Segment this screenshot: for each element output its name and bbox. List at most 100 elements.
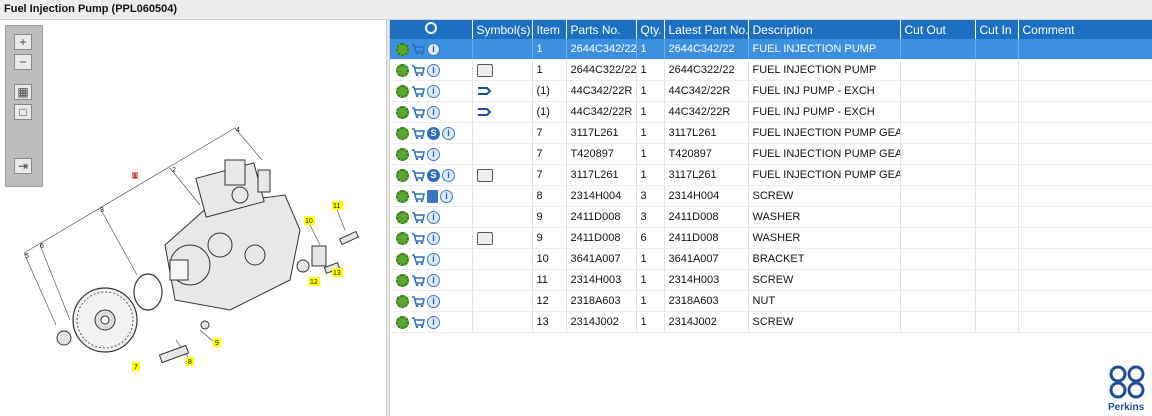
gear-icon[interactable] (396, 63, 409, 77)
table-row[interactable]: i 12 2318A603 1 2318A603 NUT (390, 290, 1152, 312)
col-header-cut-out[interactable]: Cut Out (900, 20, 976, 39)
export-button[interactable]: ⇥ (14, 158, 32, 174)
col-header-latest-part-no[interactable]: Latest Part No. (664, 20, 749, 39)
description-cell: FUEL INJECTION PUMP (748, 59, 901, 81)
table-row[interactable]: i 1 2644C322/22 1 2644C322/22 FUEL INJECTION … (390, 59, 1152, 81)
supersession-icon[interactable]: S (427, 126, 440, 140)
table-row[interactable]: i 10 3641A007 1 3641A007 BRACKET (390, 248, 1152, 270)
info-icon[interactable]: i (442, 126, 455, 140)
cart-icon[interactable] (411, 316, 425, 329)
document-icon[interactable] (427, 189, 438, 203)
catalog-icon[interactable] (476, 168, 493, 182)
cart-icon[interactable] (411, 43, 425, 56)
info-icon[interactable]: i (427, 42, 440, 56)
diagram-pane[interactable]: 1 2 3 4 5 6 7 8 9 10 11 12 13 + − ▦ □ ⇥ (0, 20, 386, 416)
gear-icon[interactable] (396, 42, 409, 56)
gear-icon[interactable] (396, 126, 409, 140)
zoom-in-button[interactable]: + (14, 34, 32, 50)
table-row[interactable]: i 8 2314H004 3 2314H004 SCREW (390, 185, 1152, 207)
table-row[interactable]: Si 7 3117L261 1 3117L261 FUEL INJECTION PUMP … (390, 122, 1152, 144)
info-icon[interactable]: i (442, 168, 455, 182)
col-header-symbols[interactable]: Symbol(s) (472, 20, 533, 39)
header-row: Symbol(s) Item Parts No. Qty. Latest Par… (390, 20, 1152, 39)
symbol-cell (472, 164, 533, 186)
search-icon[interactable] (424, 22, 437, 34)
cart-icon[interactable] (411, 106, 425, 119)
item-cell: 11 (532, 269, 567, 291)
gear-icon[interactable] (396, 252, 409, 266)
table-row[interactable]: i 11 2314H003 1 2314H003 SCREW (390, 269, 1152, 291)
info-icon[interactable]: i (427, 231, 440, 245)
gear-icon[interactable] (396, 294, 409, 308)
gear-icon[interactable] (396, 231, 409, 245)
cart-icon[interactable] (411, 253, 425, 266)
description-cell: WASHER (748, 206, 901, 228)
row-actions: i (390, 290, 473, 312)
gear-icon[interactable] (396, 168, 409, 182)
gear-icon[interactable] (396, 210, 409, 224)
col-header-item[interactable]: Item (532, 20, 567, 39)
info-icon[interactable]: i (427, 84, 440, 98)
cart-icon[interactable] (411, 295, 425, 308)
cart-icon[interactable] (411, 169, 425, 182)
cart-icon[interactable] (411, 127, 425, 140)
info-icon[interactable]: i (427, 252, 440, 266)
latest-part-no-cell: 3641A007 (664, 248, 749, 270)
item-cell: 7 (532, 122, 567, 144)
cart-icon[interactable] (411, 64, 425, 77)
info-icon[interactable]: i (427, 147, 440, 161)
table-row[interactable]: Si 7 3117L261 1 3117L261 FUEL INJECTION PUMP … (390, 164, 1152, 186)
callout-1: 1 (133, 173, 137, 180)
cart-icon[interactable] (411, 190, 425, 203)
info-icon[interactable]: i (427, 273, 440, 287)
latest-part-no-cell: 2314H004 (664, 185, 749, 207)
fit-view-button[interactable]: ▦ (14, 84, 32, 100)
gear-icon[interactable] (396, 147, 409, 161)
gear-icon[interactable] (396, 189, 409, 203)
table-row[interactable]: i (1) 44C342/22R 1 44C342/22R FUEL INJ PUMP -… (390, 101, 1152, 123)
info-icon[interactable]: i (427, 63, 440, 77)
info-icon[interactable]: i (440, 189, 453, 203)
info-icon[interactable]: i (427, 210, 440, 224)
gear-icon[interactable] (396, 315, 409, 329)
table-row[interactable]: i 9 2411D008 6 2411D008 WASHER (390, 227, 1152, 249)
table-row[interactable]: i (1) 44C342/22R 1 44C342/22R FUEL INJ PUMP -… (390, 80, 1152, 102)
gear-icon[interactable] (396, 105, 409, 119)
actual-size-button[interactable]: □ (14, 104, 32, 120)
callout-11: 11 (333, 203, 340, 210)
table-row[interactable]: i 9 2411D008 3 2411D008 WASHER (390, 206, 1152, 228)
catalog-icon[interactable] (476, 231, 493, 245)
info-icon[interactable]: i (427, 105, 440, 119)
table-row[interactable]: i 1 2644C342/22 1 2644C342/22 FUEL INJECTION … (390, 39, 1152, 60)
cut-in-cell (975, 164, 1019, 186)
cart-icon[interactable] (411, 148, 425, 161)
part-no-cell: 3117L261 (566, 164, 637, 186)
supersession-icon[interactable]: S (427, 168, 440, 182)
catalog-icon[interactable] (476, 63, 493, 77)
table-row[interactable]: i 13 2314J002 1 2314J002 SCREW (390, 311, 1152, 333)
cut-out-cell (900, 185, 976, 207)
part-no-cell: 2411D008 (566, 206, 637, 228)
col-header-cut-in[interactable]: Cut In (975, 20, 1019, 39)
col-header-tools[interactable] (390, 20, 473, 39)
col-header-parts-no[interactable]: Parts No. (566, 20, 637, 39)
latest-part-no-cell: 2411D008 (664, 206, 749, 228)
gear-icon[interactable] (396, 84, 409, 98)
table-row[interactable]: i 7 T420897 1 T420897 FUEL INJECTION PUMP GEA… (390, 143, 1152, 165)
col-header-description[interactable]: Description (748, 20, 901, 39)
info-icon[interactable]: i (427, 294, 440, 308)
gear-icon[interactable] (396, 273, 409, 287)
qty-cell: 1 (636, 311, 665, 333)
gear-part (72, 287, 138, 353)
cut-in-cell (975, 311, 1019, 333)
col-header-comment[interactable]: Comment (1018, 20, 1152, 39)
cart-icon[interactable] (411, 211, 425, 224)
cut-out-cell (900, 164, 976, 186)
parts-table: Symbol(s) Item Parts No. Qty. Latest Par… (390, 20, 1152, 333)
info-icon[interactable]: i (427, 315, 440, 329)
col-header-qty[interactable]: Qty. (636, 20, 665, 39)
cart-icon[interactable] (411, 232, 425, 245)
cart-icon[interactable] (411, 85, 425, 98)
zoom-out-button[interactable]: − (14, 54, 32, 70)
cart-icon[interactable] (411, 274, 425, 287)
